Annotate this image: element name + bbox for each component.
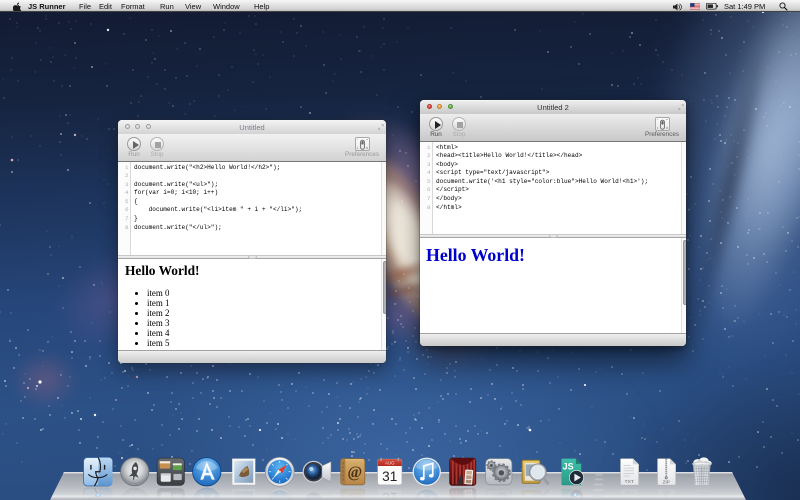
svg-text:31: 31: [382, 469, 397, 484]
svg-text:AUG: AUG: [385, 460, 395, 465]
svg-text:JS: JS: [563, 461, 574, 471]
svg-text:TXT: TXT: [625, 478, 634, 484]
svg-text:@: @: [348, 464, 363, 481]
svg-text:ZIP: ZIP: [663, 479, 670, 484]
